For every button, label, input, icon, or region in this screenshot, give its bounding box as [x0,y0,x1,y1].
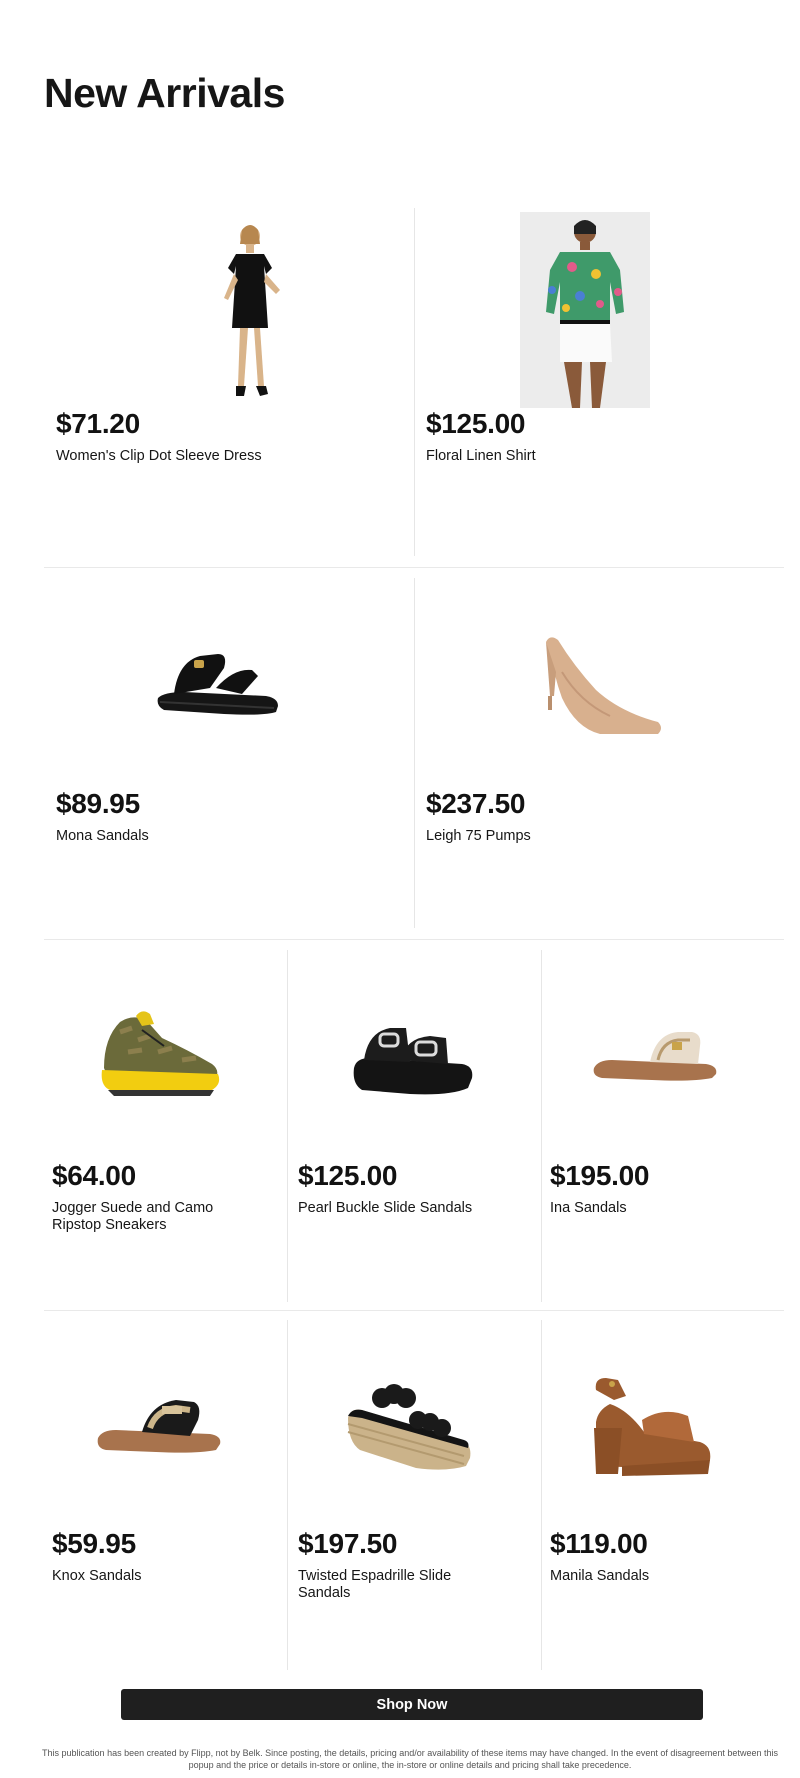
product-name[interactable]: Mona Sandals [56,828,376,845]
product-image[interactable] [96,1394,224,1460]
product-name[interactable]: Knox Sandals [52,1568,257,1585]
floral-shirt-model-icon [520,212,650,408]
product-card[interactable]: $71.20 Women's Clip Dot Sleeve Dress [44,208,414,548]
camo-sneaker-icon [101,1011,220,1096]
logo-slide-icon [97,1400,221,1453]
shop-now-button[interactable]: Shop Now [121,1689,703,1720]
product-card[interactable]: $64.00 Jogger Suede and Camo Ripstop Sne… [44,950,287,1302]
product-card[interactable]: $125.00 Floral Linen Shirt [414,208,784,548]
product-image[interactable] [592,1020,720,1090]
product-price: $237.50 [426,788,526,819]
product-price: $71.20 [56,408,140,439]
flat-slide-icon [593,1032,717,1081]
grid-divider [44,567,784,568]
product-price: $125.00 [426,408,526,439]
page-title: New Arrivals [44,70,285,116]
product-image[interactable] [346,1382,474,1478]
product-card[interactable]: $197.50 Twisted Espadrille Slide Sandals [288,1320,541,1670]
buckle-slide-icon [353,1028,473,1095]
espadrille-wedge-icon [347,1384,471,1470]
product-name[interactable]: Ina Sandals [550,1200,770,1217]
product-name[interactable]: Floral Linen Shirt [426,448,746,465]
product-card[interactable]: $125.00 Pearl Buckle Slide Sandals [288,950,541,1302]
grid-divider [44,939,784,940]
product-image[interactable] [98,1008,222,1104]
product-image[interactable] [588,1370,716,1480]
product-price: $119.00 [550,1528,648,1559]
product-price: $197.50 [298,1528,398,1559]
product-price: $89.95 [56,788,140,819]
product-name[interactable]: Pearl Buckle Slide Sandals [298,1200,528,1217]
disclaimer-text: This publication has been created by Fli… [42,1748,778,1770]
product-image[interactable] [520,212,650,408]
product-image[interactable] [180,218,320,428]
grid-divider [44,1310,784,1311]
sport-sandal-icon [157,654,278,715]
platform-heel-icon [594,1378,711,1476]
product-price: $125.00 [298,1160,398,1191]
product-name[interactable]: Leigh 75 Pumps [426,828,746,845]
product-image[interactable] [154,642,284,722]
nude-pump-icon [546,637,661,734]
product-name[interactable]: Women's Clip Dot Sleeve Dress [56,448,376,465]
product-image[interactable] [540,632,666,742]
product-card[interactable]: $195.00 Ina Sandals [542,950,784,1302]
product-price: $195.00 [550,1160,650,1191]
product-card[interactable]: $237.50 Leigh 75 Pumps [414,578,784,928]
product-price: $59.95 [52,1528,136,1559]
product-card[interactable]: $59.95 Knox Sandals [44,1320,287,1670]
product-name[interactable]: Jogger Suede and Camo Ripstop Sneakers [52,1200,257,1234]
product-image[interactable] [350,1018,476,1102]
product-card[interactable]: $89.95 Mona Sandals [44,578,414,928]
dress-model-icon [224,225,280,396]
product-name[interactable]: Manila Sandals [550,1568,770,1585]
product-card[interactable]: $119.00 Manila Sandals [542,1320,784,1670]
product-name[interactable]: Twisted Espadrille Slide Sandals [298,1568,488,1602]
product-price: $64.00 [52,1160,136,1191]
